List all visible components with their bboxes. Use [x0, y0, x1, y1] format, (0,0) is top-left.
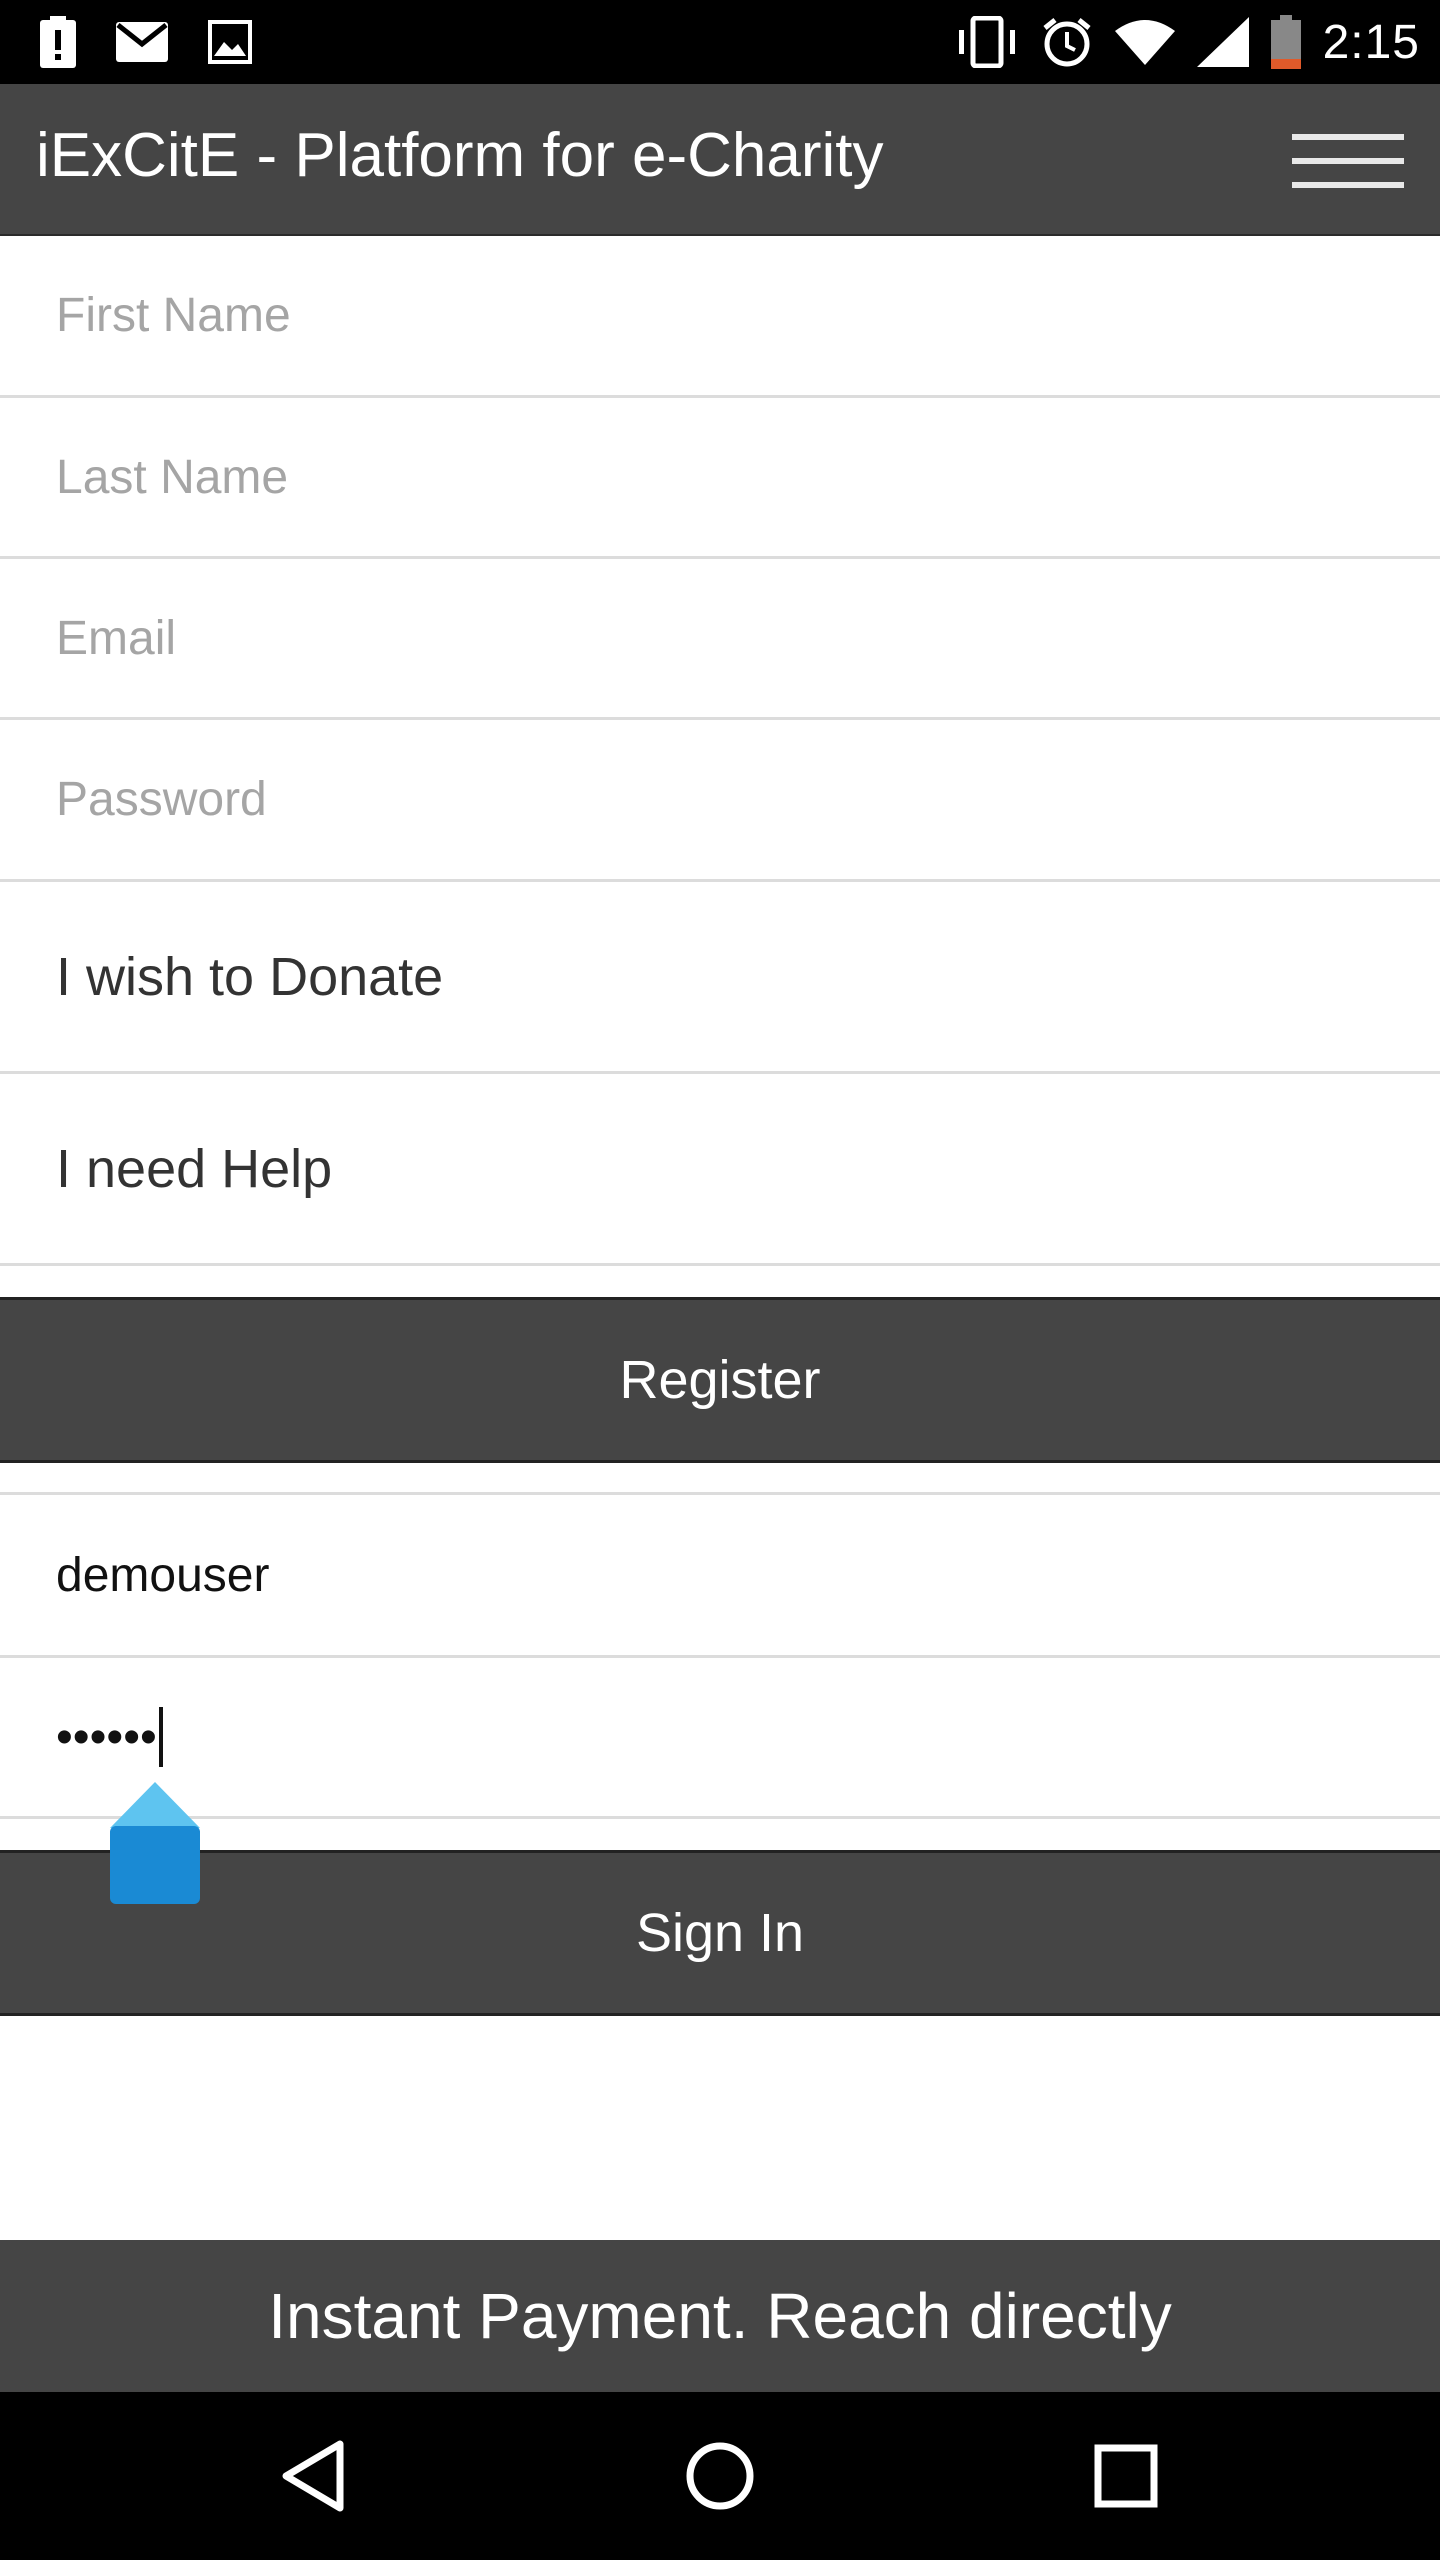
username-field[interactable]: demouser [0, 1492, 1440, 1658]
clock: 2:15 [1322, 15, 1420, 69]
text-cursor-handle-icon[interactable] [110, 1782, 200, 1908]
first-name-field [0, 236, 1440, 398]
username-value: demouser [56, 1548, 270, 1602]
first-name-input[interactable] [56, 236, 1356, 395]
vibrate-icon [958, 16, 1015, 68]
alert-icon [40, 16, 76, 68]
mail-icon [116, 22, 168, 62]
option-help-label: I need Help [56, 1138, 333, 1199]
email-field [0, 559, 1440, 720]
last-name-input[interactable] [56, 398, 1356, 556]
hamburger-menu-icon[interactable] [1292, 134, 1404, 190]
signin-button[interactable]: Sign In [0, 1850, 1440, 2016]
home-icon[interactable] [680, 2436, 760, 2516]
signal-icon [1196, 17, 1249, 67]
app-bar: iExCitE - Platform for e-Charity [0, 84, 1440, 236]
password-input[interactable] [56, 720, 1356, 879]
signin-password-field[interactable]: •••••• [0, 1658, 1440, 1819]
app-title: iExCitE - Platform for e-Charity [36, 121, 884, 190]
back-icon[interactable] [274, 2436, 354, 2516]
nav-bar [0, 2392, 1440, 2560]
last-name-field [0, 398, 1440, 559]
option-donate-label: I wish to Donate [56, 946, 444, 1007]
battery-icon [1270, 15, 1301, 69]
email-input[interactable] [56, 559, 1356, 717]
wifi-icon [1114, 20, 1175, 65]
image-icon [208, 20, 252, 64]
status-bar: 2:15 [0, 0, 1440, 84]
option-donate[interactable]: I wish to Donate [0, 882, 1440, 1074]
register-button[interactable]: Register [0, 1297, 1440, 1463]
option-need-help[interactable]: I need Help [0, 1074, 1440, 1266]
recents-icon[interactable] [1086, 2436, 1166, 2516]
alarm-icon [1043, 18, 1091, 67]
footer-tagline: Instant Payment. Reach directly [0, 2240, 1440, 2392]
text-cursor [158, 1707, 163, 1767]
password-field [0, 720, 1440, 882]
password-dots: •••••• [56, 1710, 157, 1764]
